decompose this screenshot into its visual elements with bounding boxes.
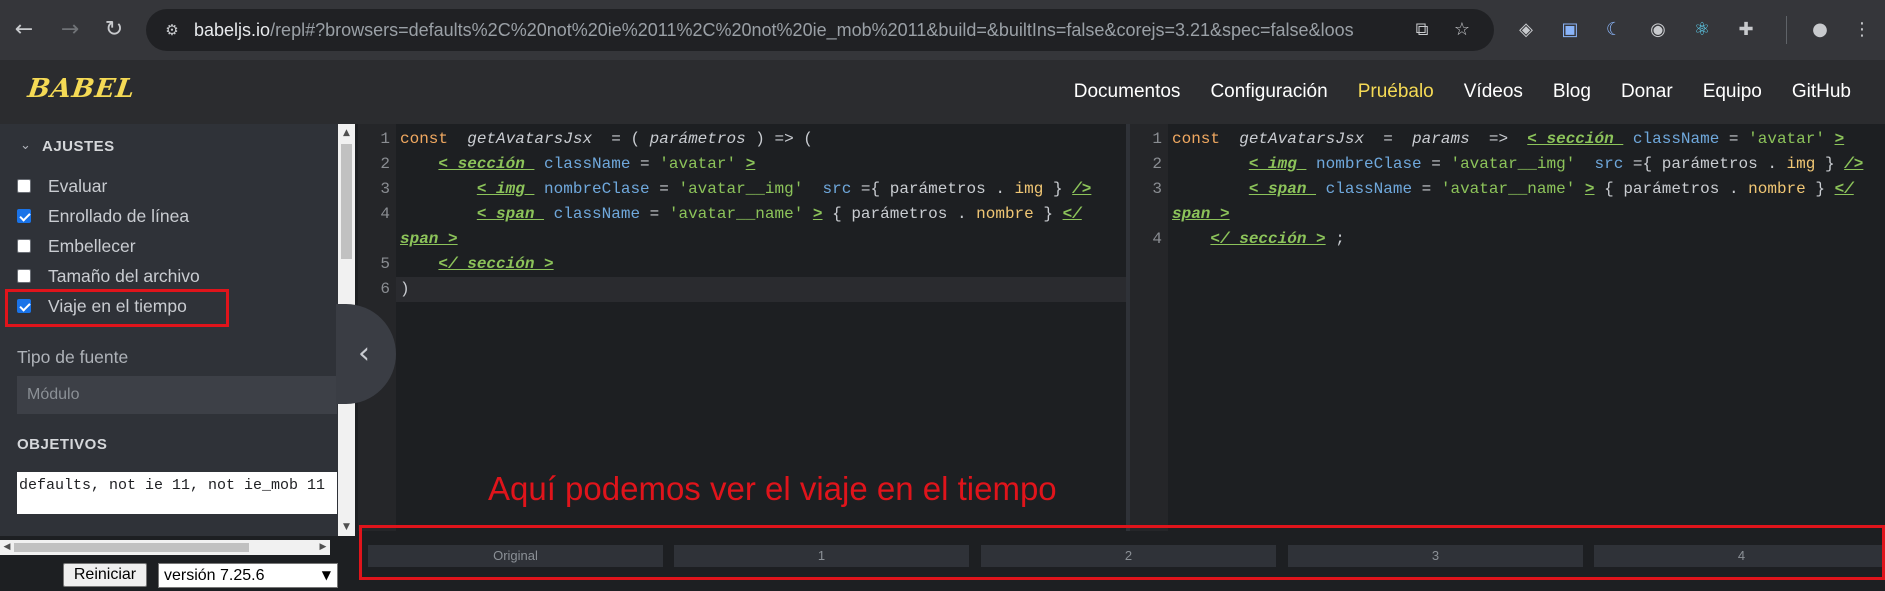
extension-circle-icon[interactable]: ◉ bbox=[1644, 16, 1672, 44]
option-label: Embellecer bbox=[48, 235, 136, 256]
scroll-left-icon[interactable]: ◀ bbox=[0, 540, 14, 555]
settings-section-title[interactable]: AJUSTES bbox=[42, 138, 115, 155]
option-file-size[interactable]: Tamaño del archivo bbox=[17, 264, 200, 288]
evaluate-checkbox[interactable] bbox=[17, 179, 31, 193]
nav-videos[interactable]: Vídeos bbox=[1464, 80, 1523, 104]
babel-logo[interactable]: BABEL bbox=[26, 74, 137, 104]
url-text[interactable]: babeljs.io/repl#?browsers=defaults%2C%20… bbox=[194, 19, 1354, 41]
line-number: 1 bbox=[1152, 130, 1162, 148]
output-code[interactable]: const getAvatarsJsx = params => < secció… bbox=[1172, 127, 1863, 252]
version-select[interactable]: versión 7.25.6 ▼ bbox=[158, 563, 338, 588]
scroll-right-icon[interactable]: ▶ bbox=[316, 540, 330, 555]
toolbar-divider bbox=[1786, 16, 1787, 44]
scrollbar-thumb[interactable] bbox=[14, 543, 249, 552]
line-number: 5 bbox=[380, 255, 390, 273]
back-icon[interactable]: ← bbox=[10, 16, 38, 44]
source-type-select[interactable]: Módulo bbox=[17, 376, 337, 414]
option-evaluate[interactable]: Evaluar bbox=[17, 174, 107, 198]
site-settings-icon[interactable]: ⚙ bbox=[162, 20, 182, 40]
line-number: 4 bbox=[380, 205, 390, 223]
line-wrap-checkbox[interactable] bbox=[17, 209, 31, 223]
translate-icon[interactable]: ⧉ bbox=[1410, 18, 1434, 42]
option-label: Enrollado de línea bbox=[48, 205, 190, 226]
line-number bbox=[358, 227, 396, 252]
nav-donar[interactable]: Donar bbox=[1621, 80, 1673, 104]
prettify-checkbox[interactable] bbox=[17, 239, 31, 253]
nav-equipo[interactable]: Equipo bbox=[1703, 80, 1762, 104]
nav-blog[interactable]: Blog bbox=[1553, 80, 1591, 104]
extension-docs-icon[interactable]: ▣ bbox=[1556, 16, 1584, 44]
settings-sidebar: ⌄ AJUSTES Evaluar Enrollado de línea Emb… bbox=[0, 124, 338, 536]
file-size-checkbox[interactable] bbox=[17, 269, 31, 283]
input-code[interactable]: const getAvatarsJsx = ( parámetros ) => … bbox=[400, 127, 1091, 302]
bookmark-star-icon[interactable]: ☆ bbox=[1450, 18, 1474, 42]
reload-icon[interactable]: ↻ bbox=[100, 16, 128, 44]
line-number: 3 bbox=[380, 180, 390, 198]
profile-icon[interactable]: ● bbox=[1806, 16, 1834, 44]
extension-eye-icon[interactable]: ◈ bbox=[1512, 16, 1540, 44]
output-editor[interactable]: 1 2 3 4 const getAvatarsJsx = params => … bbox=[1126, 124, 1885, 534]
chevron-down-icon[interactable]: ⌄ bbox=[20, 138, 31, 153]
nav-documentos[interactable]: Documentos bbox=[1074, 80, 1181, 104]
line-number: 4 bbox=[1152, 230, 1162, 248]
forward-icon[interactable]: → bbox=[56, 16, 84, 44]
option-label: Tamaño del archivo bbox=[48, 265, 200, 286]
react-devtools-icon[interactable]: ⚛ bbox=[1688, 16, 1716, 44]
time-travel-option-highlight bbox=[5, 289, 229, 327]
extensions-puzzle-icon[interactable]: ✚ bbox=[1732, 16, 1760, 44]
line-number bbox=[1130, 202, 1168, 227]
nav-configuracion[interactable]: Configuración bbox=[1210, 80, 1327, 104]
line-number-gutter: 1 2 3 4 bbox=[1130, 124, 1168, 534]
time-travel-bar-highlight bbox=[359, 525, 1885, 580]
targets-section-title[interactable]: OBJETIVOS bbox=[17, 436, 107, 453]
line-number: 2 bbox=[1152, 155, 1162, 173]
line-number: 2 bbox=[380, 155, 390, 173]
chevron-down-icon: ▼ bbox=[321, 568, 331, 582]
sidebar-horizontal-scrollbar[interactable]: ◀ ▶ bbox=[0, 540, 330, 555]
option-line-wrap[interactable]: Enrollado de línea bbox=[17, 204, 189, 228]
nav-pruebalo[interactable]: Pruébalo bbox=[1358, 80, 1434, 104]
nav-github[interactable]: GitHub bbox=[1792, 80, 1851, 104]
line-number: 3 bbox=[1152, 180, 1162, 198]
option-label: Evaluar bbox=[48, 175, 108, 196]
menu-icon[interactable]: ⋮ bbox=[1848, 16, 1876, 44]
option-prettify[interactable]: Embellecer bbox=[17, 234, 136, 258]
version-value: versión 7.25.6 bbox=[164, 567, 265, 584]
annotation-caption: Aquí podemos ver el viaje en el tiempo bbox=[488, 470, 1057, 507]
scroll-down-icon[interactable]: ▼ bbox=[338, 520, 355, 534]
chevron-left-icon: ‹ bbox=[358, 336, 370, 371]
source-type-label: Tipo de fuente bbox=[17, 347, 129, 367]
reset-button[interactable]: Reiniciar bbox=[63, 563, 147, 587]
scrollbar-thumb[interactable] bbox=[341, 144, 352, 259]
scroll-up-icon[interactable]: ▲ bbox=[338, 126, 355, 140]
targets-input[interactable]: defaults, not ie 11, not ie_mob 11 bbox=[17, 472, 337, 514]
line-number: 6 bbox=[380, 280, 390, 298]
site-header: BABEL Documentos Configuración Pruébalo … bbox=[0, 60, 1885, 124]
extension-moon-icon[interactable]: ☾ bbox=[1600, 16, 1628, 44]
top-nav: Documentos Configuración Pruébalo Vídeos… bbox=[1074, 80, 1851, 104]
sidebar-footer: Reiniciar versión 7.25.6 ▼ bbox=[0, 555, 355, 591]
browser-toolbar: ← → ↻ ⚙ babeljs.io/repl#?browsers=defaul… bbox=[0, 0, 1885, 60]
line-number: 1 bbox=[380, 130, 390, 148]
address-bar[interactable]: ⚙ babeljs.io/repl#?browsers=defaults%2C%… bbox=[146, 9, 1494, 51]
